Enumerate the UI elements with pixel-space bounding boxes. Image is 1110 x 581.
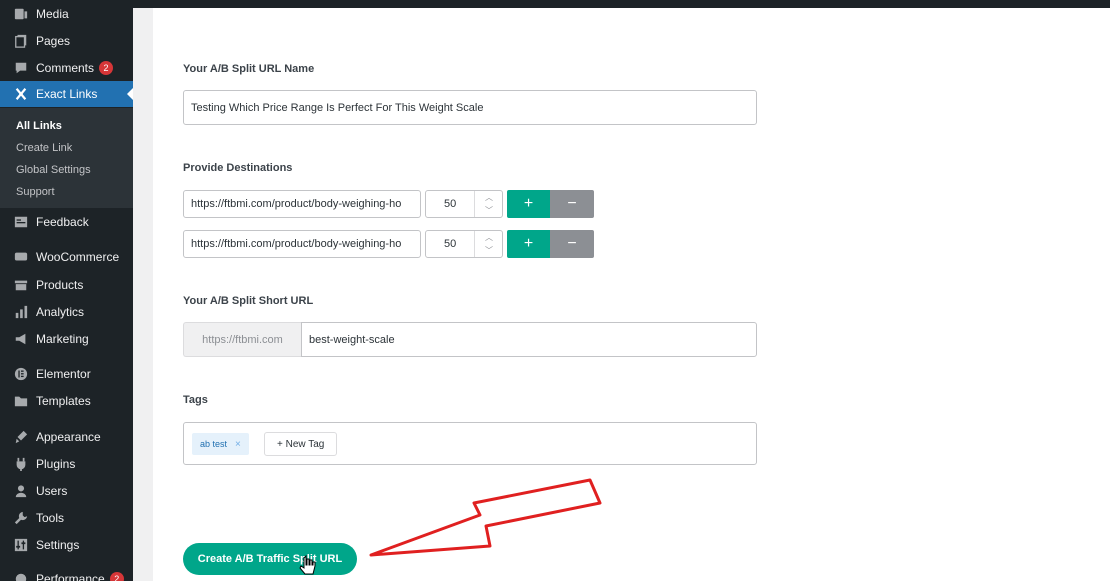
sidebar-item-label: Pages (36, 34, 71, 48)
sidebar-item-label: Performance (36, 572, 105, 581)
sidebar-item-label: Appearance (36, 430, 101, 444)
sidebar-item-label: Exact Links (36, 87, 98, 101)
tag-chip-label: ab test (200, 439, 228, 449)
exact-links-icon (13, 86, 29, 102)
exact-links-submenu: All Links Create Link Global Settings Su… (0, 108, 133, 208)
new-tag-button[interactable]: + New Tag (264, 432, 338, 456)
sidebar-item-label: Media (36, 7, 69, 21)
sidebar-item-media[interactable]: Media (0, 1, 133, 27)
sidebar-item-feedback[interactable]: Feedback (0, 209, 133, 235)
analytics-icon (13, 304, 29, 320)
products-icon (13, 277, 29, 293)
short-url-label: Your A/B Split Short URL (183, 295, 314, 307)
feedback-icon (13, 214, 29, 230)
tag-chip: ab test × (192, 433, 249, 455)
short-url-slug-input[interactable]: best-weight-scale (301, 322, 757, 357)
remove-destination-button[interactable]: − (550, 230, 594, 258)
name-label: Your A/B Split URL Name (183, 63, 315, 75)
sidebar-item-performance[interactable]: Performance 2 (0, 566, 133, 581)
remove-destination-button[interactable]: − (550, 190, 594, 218)
stepper-controls: ︿ ﹀ (474, 191, 502, 217)
sidebar-item-elementor[interactable]: Elementor (0, 361, 133, 387)
close-icon[interactable]: × (235, 439, 241, 450)
sidebar-item-label: Tools (36, 511, 65, 525)
sidebar-item-users[interactable]: Users (0, 478, 133, 504)
destination-url-input[interactable]: https://ftbmi.com/product/body-weighing-… (183, 190, 421, 218)
submenu-support[interactable]: Support (16, 186, 55, 198)
destination-weight-stepper[interactable]: 50 ︿ ﹀ (425, 190, 503, 218)
sidebar-item-label: Users (36, 484, 68, 498)
submenu-create-link[interactable]: Create Link (16, 142, 72, 154)
marketing-icon (13, 331, 29, 347)
sidebar-item-label: Elementor (36, 367, 91, 381)
pages-icon (13, 33, 29, 49)
chevron-down-icon[interactable]: ﹀ (475, 204, 503, 217)
woocommerce-icon (13, 249, 29, 265)
sidebar-item-analytics[interactable]: Analytics (0, 299, 133, 325)
appearance-icon (13, 429, 29, 445)
sidebar-item-label: Analytics (36, 305, 85, 319)
sidebar-item-tools[interactable]: Tools (0, 505, 133, 531)
comments-icon (13, 60, 29, 76)
sidebar-item-appearance[interactable]: Appearance (0, 424, 133, 450)
destination-weight-stepper[interactable]: 50 ︿ ﹀ (425, 230, 503, 258)
performance-count-badge: 2 (109, 572, 124, 581)
stepper-controls: ︿ ﹀ (474, 231, 502, 257)
sidebar-item-templates[interactable]: Templates (0, 388, 133, 414)
sidebar-item-plugins[interactable]: Plugins (0, 451, 133, 477)
sidebar-item-pages[interactable]: Pages (0, 28, 133, 54)
short-url-prefix: https://ftbmi.com (183, 322, 301, 357)
sidebar-item-woocommerce[interactable]: WooCommerce (0, 244, 133, 270)
media-icon (13, 6, 29, 22)
sidebar-item-products[interactable]: Products (0, 272, 133, 298)
plugins-icon (13, 456, 29, 472)
chevron-down-icon[interactable]: ﹀ (475, 244, 503, 257)
destinations-label: Provide Destinations (183, 162, 293, 174)
sidebar-item-label: Settings (36, 538, 80, 552)
sidebar-item-label: Marketing (36, 332, 89, 346)
tags-input[interactable]: ab test × + New Tag (183, 422, 757, 465)
users-icon (13, 483, 29, 499)
elementor-icon (13, 366, 29, 382)
settings-icon (13, 537, 29, 553)
sidebar-item-settings[interactable]: Settings (0, 532, 133, 558)
sidebar-item-comments[interactable]: Comments 2 (0, 55, 133, 81)
create-split-url-button[interactable]: Create A/B Traffic Split URL (183, 543, 357, 575)
submenu-all-links[interactable]: All Links (16, 120, 62, 132)
tags-label: Tags (183, 394, 208, 406)
top-bar (0, 0, 1110, 8)
sidebar-item-label: Templates (36, 394, 91, 408)
chevron-up-icon[interactable]: ︿ (475, 191, 503, 204)
admin-sidebar: Media Pages Comments 2 Exact Links All L… (0, 0, 133, 581)
submenu-global-settings[interactable]: Global Settings (16, 164, 91, 176)
wrench-icon (13, 510, 29, 526)
sidebar-item-label: Comments (36, 61, 95, 75)
add-destination-button[interactable]: + (507, 190, 550, 218)
comments-count-badge: 2 (99, 61, 114, 75)
sidebar-item-exact-links[interactable]: Exact Links (0, 81, 133, 107)
sidebar-item-label: Feedback (36, 215, 89, 229)
add-destination-button[interactable]: + (507, 230, 550, 258)
sidebar-item-label: Plugins (36, 457, 76, 471)
sidebar-item-label: Products (36, 278, 84, 292)
split-url-name-input[interactable]: Testing Which Price Range Is Perfect For… (183, 90, 757, 125)
weight-value: 50 (444, 198, 457, 210)
performance-icon (13, 571, 29, 581)
weight-value: 50 (444, 238, 457, 250)
chevron-up-icon[interactable]: ︿ (475, 231, 503, 244)
destination-url-input[interactable]: https://ftbmi.com/product/body-weighing-… (183, 230, 421, 258)
folder-icon (13, 393, 29, 409)
sidebar-item-marketing[interactable]: Marketing (0, 326, 133, 352)
sidebar-item-label: WooCommerce (36, 250, 120, 264)
